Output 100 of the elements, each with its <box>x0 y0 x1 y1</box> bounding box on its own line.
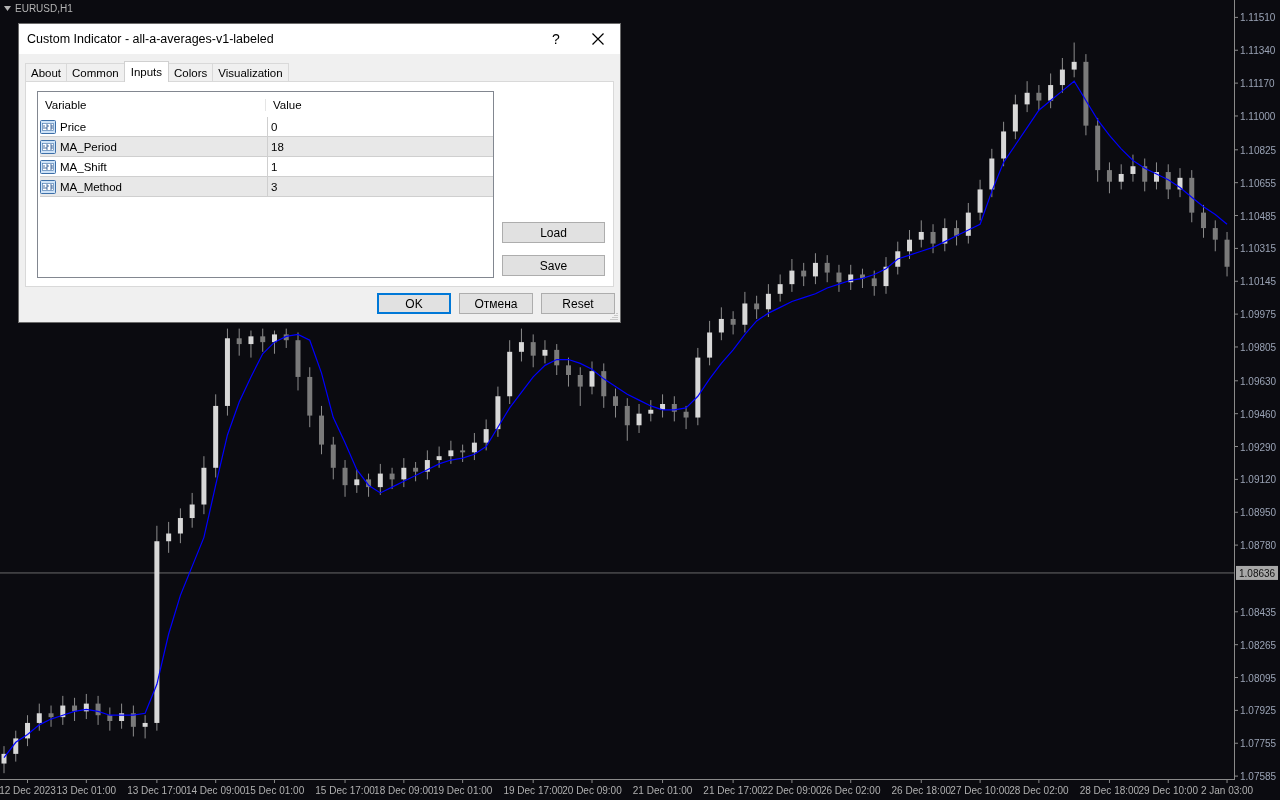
candle <box>83 693 89 720</box>
side-button[interactable]: Save <box>502 255 605 276</box>
candle <box>765 283 771 318</box>
x-axis-label: 15 Dec 17:00 <box>315 785 375 796</box>
y-axis-label: 1.08950 <box>1240 507 1277 519</box>
x-axis-label: 26 Dec 18:00 <box>891 785 952 796</box>
candle <box>613 388 618 419</box>
candle <box>836 264 842 293</box>
candle <box>1130 154 1136 183</box>
candle <box>848 264 854 291</box>
resize-grip-icon[interactable] <box>610 312 618 320</box>
y-axis-label: 1.10825 <box>1240 144 1277 156</box>
candle <box>1012 94 1018 140</box>
candle <box>554 343 560 376</box>
x-axis-label: 28 Dec 02:00 <box>1009 785 1069 796</box>
candle <box>107 707 113 732</box>
dialog-title: Custom Indicator - all-a-averages-v1-labeled <box>27 32 275 46</box>
candle <box>401 457 407 488</box>
candle <box>354 469 360 494</box>
candle <box>36 703 42 732</box>
candle <box>660 393 666 419</box>
candle <box>777 274 783 303</box>
variable-name: MA_Method <box>60 180 122 193</box>
candle <box>789 258 795 293</box>
candle <box>260 328 266 353</box>
candle <box>989 148 995 198</box>
candle <box>742 291 748 333</box>
candle <box>366 473 372 498</box>
help-button[interactable]: ? <box>536 30 576 48</box>
candle <box>824 254 830 283</box>
candle <box>1212 219 1218 252</box>
candle <box>272 330 277 355</box>
candle <box>1189 169 1195 223</box>
close-icon[interactable] <box>592 33 604 45</box>
y-axis-label: 1.09805 <box>1240 341 1277 353</box>
candle <box>413 461 419 482</box>
side-button[interactable]: Load <box>502 222 605 243</box>
candle <box>895 241 901 275</box>
candle <box>930 223 936 254</box>
y-axis-label: 1.11340 <box>1240 45 1276 57</box>
candle <box>483 418 489 451</box>
candle <box>530 333 536 368</box>
candle <box>1024 80 1030 113</box>
x-axis-label: 19 Dec 01:00 <box>432 785 493 796</box>
x-axis-label: 20 Dec 09:00 <box>562 785 622 796</box>
y-axis-label: 1.10145 <box>1240 276 1277 288</box>
x-axis-label: 27 Dec 10:00 <box>950 785 1010 796</box>
y-axis-label: 1.10655 <box>1240 177 1277 189</box>
candle <box>965 202 971 245</box>
candle <box>1165 163 1171 200</box>
y-axis-label: 1.09290 <box>1240 441 1277 453</box>
x-axis-label: 21 Dec 01:00 <box>632 785 693 796</box>
variable-value[interactable]: 1 <box>267 157 493 176</box>
candle <box>883 256 889 295</box>
candle <box>1177 167 1183 198</box>
candle <box>683 405 689 430</box>
y-axis-label: 1.07585 <box>1240 771 1277 783</box>
dialog-button[interactable]: Reset <box>541 293 615 314</box>
candle <box>1001 121 1007 167</box>
y-axis-label: 1.07755 <box>1240 738 1277 750</box>
candle <box>1036 84 1042 111</box>
number-icon <box>40 118 56 135</box>
candle <box>448 440 454 465</box>
candle <box>1154 161 1159 190</box>
candle <box>1118 163 1124 190</box>
candle <box>942 217 948 252</box>
column-header[interactable]: Value <box>265 98 493 111</box>
candle <box>119 703 125 730</box>
candle <box>495 386 501 438</box>
candle <box>589 360 595 395</box>
y-axis-label: 1.10315 <box>1240 243 1277 255</box>
candle <box>754 295 760 320</box>
candle <box>707 320 713 366</box>
candle <box>307 366 313 428</box>
tab[interactable]: Inputs <box>123 61 170 82</box>
candle <box>319 405 324 455</box>
y-axis-label: 1.08095 <box>1240 672 1277 684</box>
variable-value[interactable]: 18 <box>267 137 493 156</box>
variable-value[interactable]: 3 <box>267 177 493 196</box>
candle <box>1059 57 1065 94</box>
candle <box>1 745 7 774</box>
candle <box>1106 161 1112 194</box>
x-axis-label: 29 Dec 10:00 <box>1138 785 1198 796</box>
candle <box>1142 158 1148 192</box>
tab[interactable]: Visualization <box>212 63 289 82</box>
dialog-button[interactable]: Отмена <box>459 293 533 314</box>
candle <box>295 332 301 391</box>
candle <box>48 705 54 728</box>
x-axis-label: 19 Dec 17:00 <box>503 785 563 796</box>
column-header[interactable]: Variable <box>38 98 265 111</box>
y-axis-label: 1.10485 <box>1240 210 1277 222</box>
candle <box>601 362 607 409</box>
candle <box>648 399 654 422</box>
y-axis-label: 1.09975 <box>1240 309 1277 321</box>
x-axis-label: 22 Dec 09:00 <box>762 785 822 796</box>
dialog-button[interactable]: OK <box>377 293 451 314</box>
variable-value[interactable]: 0 <box>267 117 493 136</box>
y-axis-label: 1.07925 <box>1240 705 1277 717</box>
dropdown-triangle-icon[interactable] <box>4 6 11 11</box>
candle <box>130 705 136 737</box>
